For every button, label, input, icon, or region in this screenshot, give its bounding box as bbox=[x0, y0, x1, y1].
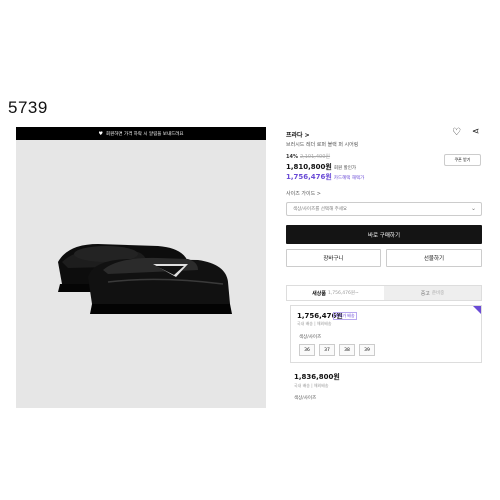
offer-seller: 국내 배송 | 해외배송 bbox=[294, 383, 329, 388]
page-label: 5739 bbox=[8, 98, 48, 117]
offer-tabs: 새상품 1,756,476원~ 중고 준비중 bbox=[286, 285, 482, 301]
buy-now-button[interactable]: 바로 구매하기 bbox=[286, 225, 482, 244]
size-options: 36 37 38 39 bbox=[299, 344, 375, 356]
offer-seller: 국내 배송 | 해외배송 bbox=[297, 321, 332, 326]
offer-option-label: 색상/사이즈 bbox=[294, 396, 317, 401]
size-chip[interactable]: 38 bbox=[339, 344, 355, 356]
banner-text: 회원하면 가격 하락 시 알림을 보내드려요 bbox=[105, 131, 184, 137]
tab-new-sub: 1,756,476원~ bbox=[327, 291, 359, 296]
member-price-value: 1,756,476원 bbox=[286, 173, 332, 181]
sale-price: 1,810,800원 회원 할인가 bbox=[286, 162, 356, 172]
share-button[interactable]: ⋖ bbox=[472, 127, 480, 137]
tab-used-label: 중고 bbox=[420, 290, 430, 297]
original-price: 2,101,400원 bbox=[299, 154, 331, 160]
discount-percent: 14% bbox=[286, 154, 298, 160]
sale-price-note: 회원 할인가 bbox=[333, 166, 356, 171]
selected-corner-mark bbox=[473, 306, 481, 314]
chevron-down-icon: ⌄ bbox=[470, 205, 476, 212]
size-select[interactable]: 색상/사이즈를 선택해 주세요 ⌄ bbox=[286, 202, 482, 216]
offer-option-label: 색상/사이즈 bbox=[299, 335, 322, 340]
brand-link[interactable]: 프라다 > bbox=[286, 130, 310, 139]
size-chip[interactable]: 36 bbox=[299, 344, 315, 356]
size-chip[interactable]: 37 bbox=[319, 344, 335, 356]
member-price-note: 카드혜택 해택가 bbox=[333, 176, 365, 181]
product-title: 브러시드 레더 로퍼 블랙 퍼 시어링 bbox=[286, 142, 359, 148]
product-image bbox=[58, 244, 232, 314]
heart-icon: ♥ bbox=[98, 130, 103, 137]
gift-button[interactable]: 선물하기 bbox=[386, 249, 482, 267]
product-info-panel: 프라다 > ♡ ⋖ 브러시드 레더 로퍼 블랙 퍼 시어링 14% 2,101,4… bbox=[282, 127, 487, 408]
coupon-button[interactable]: 쿠폰 받기 bbox=[444, 154, 481, 166]
tab-used-sub: 준비중 bbox=[431, 291, 445, 296]
size-chip[interactable]: 39 bbox=[359, 344, 375, 356]
member-price: 1,756,476원 카드혜택 해택가 bbox=[286, 172, 364, 182]
discount-row: 14% 2,101,400원 bbox=[286, 153, 330, 160]
share-icon: ⋖ bbox=[472, 127, 480, 137]
offer-card[interactable]: 1,756,476원 최저가 배송 국내 배송 | 해외배송 색상/사이즈 36… bbox=[290, 305, 482, 363]
tab-new[interactable]: 새상품 1,756,476원~ bbox=[287, 286, 384, 300]
product-image-panel: ♥ 회원하면 가격 하락 시 알림을 보내드려요 bbox=[16, 127, 266, 408]
tab-used[interactable]: 중고 준비중 bbox=[384, 286, 481, 300]
size-guide-link[interactable]: 사이즈 가이드 > bbox=[286, 190, 321, 197]
price-alert-banner[interactable]: ♥ 회원하면 가격 하락 시 알림을 보내드려요 bbox=[16, 127, 266, 140]
wishlist-button[interactable]: ♡ bbox=[452, 127, 461, 138]
sale-price-value: 1,810,800원 bbox=[286, 163, 332, 171]
tab-new-label: 새상품 bbox=[312, 290, 326, 297]
heart-icon: ♡ bbox=[452, 127, 461, 138]
cart-button[interactable]: 장바구니 bbox=[286, 249, 381, 267]
offer-badge: 최저가 배송 bbox=[333, 312, 357, 320]
offer-price[interactable]: 1,836,800원 bbox=[294, 372, 340, 382]
size-select-placeholder: 색상/사이즈를 선택해 주세요 bbox=[293, 207, 348, 212]
